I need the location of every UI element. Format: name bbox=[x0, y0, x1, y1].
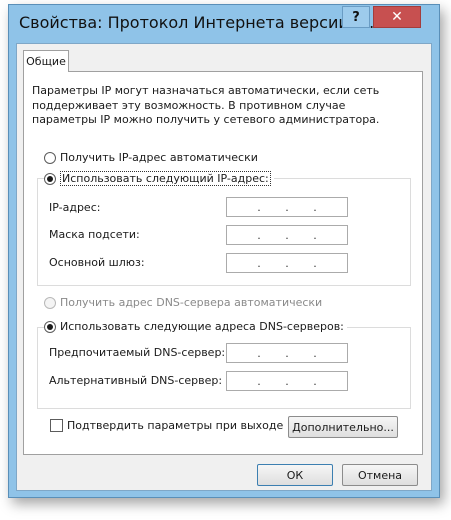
validate-settings-checkbox[interactable] bbox=[50, 419, 63, 432]
alternate-dns-label: Альтернативный DNS-сервер: bbox=[49, 374, 223, 387]
subnet-mask-label: Маска подсети: bbox=[49, 228, 140, 241]
close-button[interactable]: ✕ bbox=[373, 6, 421, 28]
tab-general[interactable]: Общие bbox=[23, 50, 69, 72]
dialog-window: Свойства: Протокол Интернета версии 4...… bbox=[8, 4, 440, 498]
dns-manual-option[interactable]: Использовать следующие адреса DNS-сервер… bbox=[44, 320, 347, 333]
title-bar[interactable]: Свойства: Протокол Интернета версии 4...… bbox=[9, 5, 439, 43]
radio-selected-dot bbox=[47, 323, 53, 330]
help-button[interactable]: ? bbox=[342, 6, 370, 28]
help-icon: ? bbox=[352, 9, 360, 25]
ip-manual-radio[interactable] bbox=[44, 172, 56, 185]
ok-button[interactable]: ОК bbox=[257, 464, 333, 486]
tab-general-label: Общие bbox=[26, 55, 66, 68]
validate-settings-label: Подтвердить параметры при выходе bbox=[67, 419, 284, 432]
default-gateway-input[interactable]: ... bbox=[226, 253, 348, 273]
cancel-button[interactable]: Отмена bbox=[342, 464, 418, 486]
ip-manual-label: Использовать следующий IP-адрес: bbox=[60, 171, 271, 186]
radio-selected-dot bbox=[47, 175, 53, 182]
ip-address-label: IP-адрес: bbox=[49, 201, 101, 214]
ip-auto-radio[interactable] bbox=[44, 151, 56, 164]
preferred-dns-label: Предпочитаемый DNS-сервер: bbox=[49, 346, 226, 359]
dns-manual-radio[interactable] bbox=[44, 320, 56, 333]
advanced-button[interactable]: Дополнительно... bbox=[288, 416, 398, 438]
ip-auto-option[interactable]: Получить IP-адрес автоматически bbox=[44, 151, 261, 164]
dns-group-box bbox=[37, 327, 411, 409]
dns-auto-radio[interactable] bbox=[44, 296, 56, 309]
window-title: Свойства: Протокол Интернета версии 4... bbox=[19, 13, 380, 32]
default-gateway-label: Основной шлюз: bbox=[49, 256, 145, 269]
ip-auto-label: Получить IP-адрес автоматически bbox=[60, 151, 258, 164]
tab-panel: Параметры IP могут назначаться автоматич… bbox=[23, 71, 423, 455]
dialog-client-area: Общие Параметры IP могут назначаться авт… bbox=[16, 43, 432, 491]
dns-auto-option[interactable]: Получить адрес DNS-сервера автоматически bbox=[44, 296, 326, 309]
preferred-dns-input[interactable]: ... bbox=[226, 343, 348, 363]
alternate-dns-input[interactable]: ... bbox=[226, 371, 348, 391]
ip-manual-option[interactable]: Использовать следующий IP-адрес: bbox=[44, 171, 274, 186]
ip-address-input[interactable]: ... bbox=[226, 197, 348, 217]
dns-manual-label: Использовать следующие адреса DNS-сервер… bbox=[60, 320, 344, 333]
subnet-mask-input[interactable]: ... bbox=[226, 225, 348, 245]
dns-auto-label: Получить адрес DNS-сервера автоматически bbox=[60, 296, 323, 309]
description-text: Параметры IP могут назначаться автоматич… bbox=[32, 84, 380, 126]
close-icon: ✕ bbox=[391, 9, 403, 25]
